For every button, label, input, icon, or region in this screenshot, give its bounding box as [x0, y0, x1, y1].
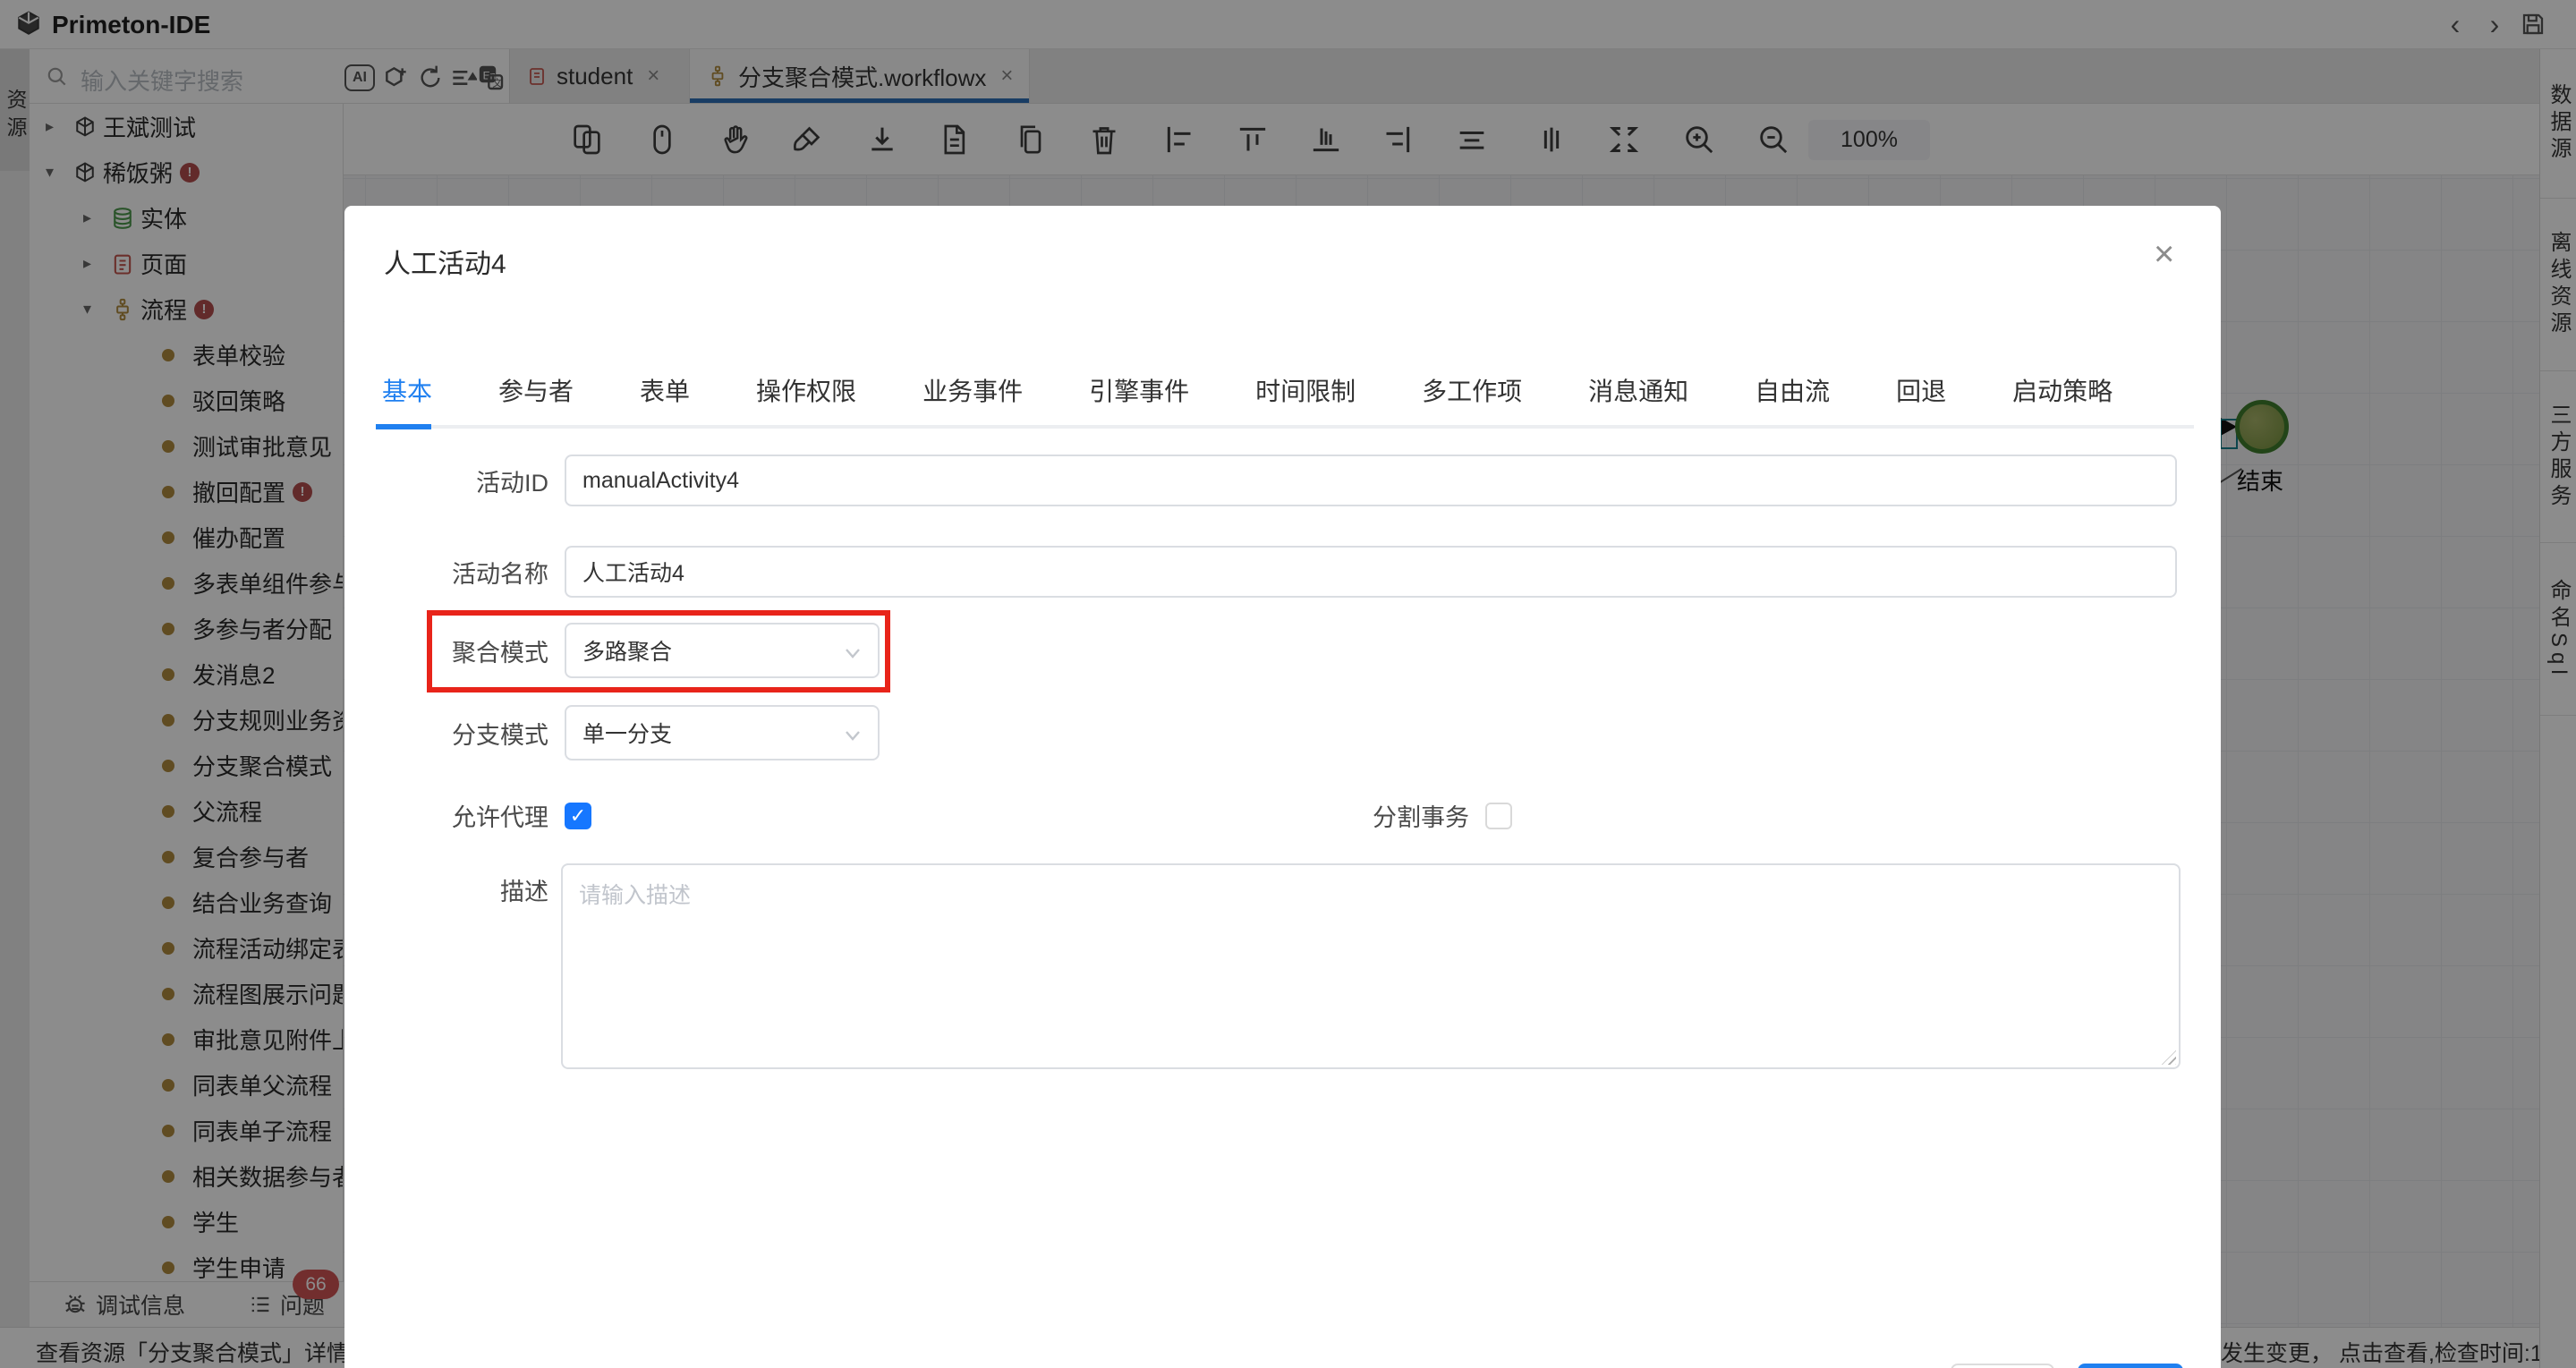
dialog-tab[interactable]: 操作权限 [756, 372, 856, 408]
field-row-branch-mode: 分支模式 单一分支 [398, 705, 880, 760]
cancel-button[interactable] [1951, 1364, 2054, 1368]
dialog-tab[interactable]: 启动策略 [2012, 372, 2113, 408]
field-label: 活动名称 [398, 555, 548, 590]
dialog-title: 人工活动4 [384, 242, 506, 281]
branch-mode-select[interactable]: 单一分支 [565, 705, 880, 760]
dialog-tab[interactable]: 表单 [640, 372, 690, 408]
field-row-split-transaction: 分割事务 [1369, 798, 1512, 833]
description-textarea[interactable]: 请输入描述 [561, 863, 2181, 1069]
confirm-button[interactable] [2078, 1364, 2183, 1368]
chevron-down-icon [842, 725, 863, 746]
activity-dialog: 人工活动4 × 基本 参与者 表单 操作权限 业务事件 引擎事件 时间限制 多工… [344, 206, 2221, 1368]
select-value: 单一分支 [582, 717, 672, 749]
dialog-tab[interactable]: 参与者 [498, 372, 574, 408]
chevron-down-icon [842, 642, 863, 664]
allow-delegate-checkbox[interactable]: ✓ [565, 803, 591, 829]
field-label: 聚合模式 [398, 633, 548, 668]
field-label: 描述 [398, 872, 548, 907]
active-tab-indicator [376, 424, 431, 429]
dialog-tab[interactable]: 多工作项 [1422, 372, 1522, 408]
field-row-allow-delegate: 允许代理 ✓ [398, 798, 591, 833]
field-label: 活动ID [398, 463, 548, 498]
aggregation-mode-select[interactable]: 多路聚合 [565, 623, 880, 678]
split-transaction-checkbox[interactable] [1485, 803, 1512, 829]
tab-divider [376, 425, 2194, 429]
dialog-tab[interactable]: 时间限制 [1255, 372, 1356, 408]
dialog-tab[interactable]: 基本 [382, 372, 432, 408]
field-label: 允许代理 [398, 798, 548, 833]
activity-id-input[interactable]: manualActivity4 [565, 455, 2177, 506]
select-value: 多路聚合 [582, 634, 672, 667]
dialog-tab[interactable]: 引擎事件 [1089, 372, 1189, 408]
field-row-aggregation-mode: 聚合模式 多路聚合 [398, 623, 880, 678]
dialog-tab[interactable]: 业务事件 [922, 372, 1023, 408]
activity-name-input[interactable]: 人工活动4 [565, 546, 2177, 598]
field-row-activity-id: 活动ID manualActivity4 [398, 455, 2177, 506]
dialog-tab[interactable]: 回退 [1896, 372, 1946, 408]
dialog-tab-bar: 基本 参与者 表单 操作权限 业务事件 引擎事件 时间限制 多工作项 消息通知 … [382, 372, 2113, 408]
dialog-tab[interactable]: 自由流 [1755, 372, 1830, 408]
field-label: 分割事务 [1369, 798, 1469, 833]
field-row-activity-name: 活动名称 人工活动4 [398, 546, 2177, 598]
field-label: 分支模式 [398, 716, 548, 751]
close-icon[interactable]: × [2154, 236, 2174, 272]
dialog-tab[interactable]: 消息通知 [1588, 372, 1688, 408]
